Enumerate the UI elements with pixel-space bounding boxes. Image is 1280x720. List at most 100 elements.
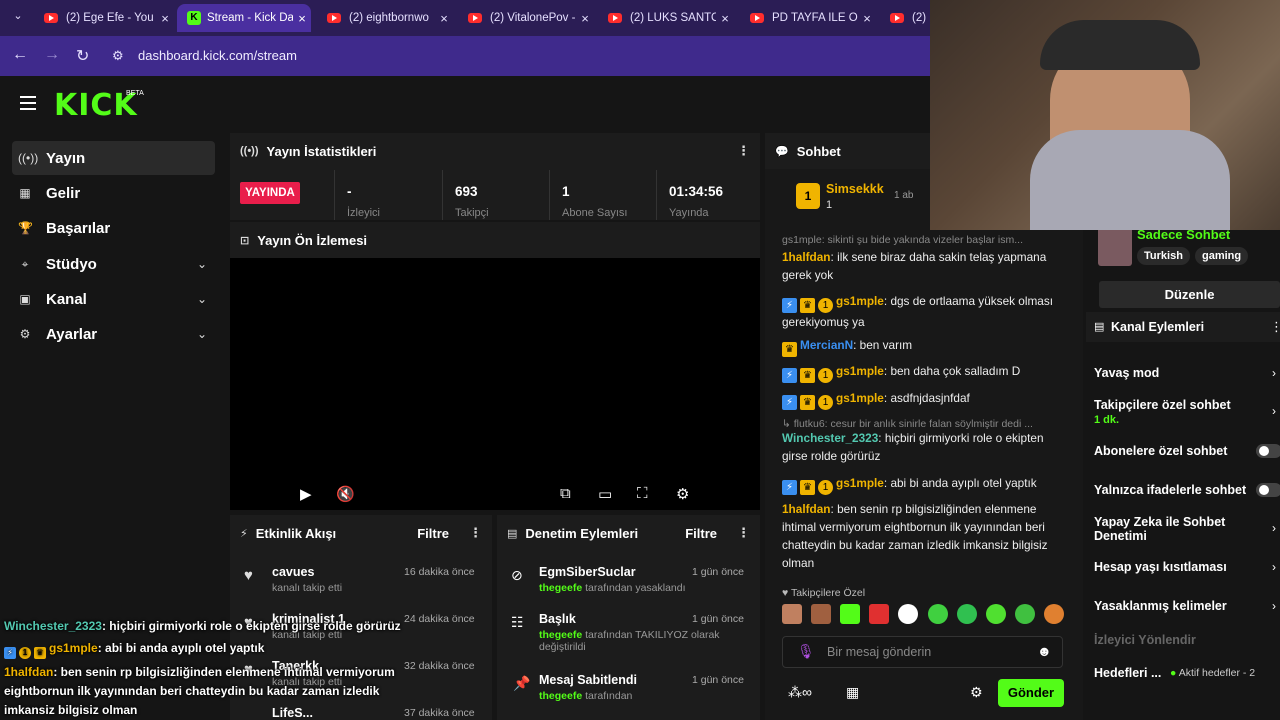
emote-icon[interactable] [840, 604, 861, 624]
sidebar-item-basarilar[interactable]: 🏆 Başarılar [12, 211, 215, 245]
stat-followers: 693 Takipçi [442, 170, 548, 220]
reload-icon[interactable]: ↻ [76, 46, 89, 66]
address-bar: ← → ↻ ⚙ dashboard.kick.com/stream [0, 36, 930, 76]
moderation-header: ▤ Denetim Eylemleri Filtre ⋮ [507, 525, 750, 541]
youtube-icon [44, 13, 58, 23]
emote-icon[interactable] [1014, 604, 1035, 624]
chevron-down-icon: ⌄ [196, 327, 207, 341]
back-arrow-icon[interactable]: ← [12, 46, 28, 64]
fullscreen-icon[interactable]: ⛶ [637, 485, 648, 502]
action-subscribers-only[interactable]: Abonelere özel sohbet [1094, 444, 1227, 458]
chevron-right-icon[interactable]: › [1272, 560, 1276, 574]
crown-badge-icon: ♛ [800, 480, 815, 495]
action-emote-only[interactable]: Yalnızca ifadelerle sohbet [1094, 483, 1246, 497]
close-tab-icon[interactable]: × [435, 11, 453, 26]
close-tab-icon[interactable]: × [858, 11, 876, 26]
top-gifter-rank-badge: 1 [796, 183, 820, 209]
webcam-overlay [930, 0, 1280, 230]
active-goals: ● Aktif hedefler - 2 [1170, 667, 1256, 679]
verified-badge-icon: ⚡ [782, 368, 797, 383]
stream-preview-video[interactable]: ▶ 🔇 ⧉ ▭ ⛶ ⚙ [230, 258, 760, 510]
browser-tab-bar: ⌄ (2) Ege Efe - You × K Stream - Kick Da × … [0, 0, 930, 36]
more-options-icon[interactable]: ⋮ [469, 525, 482, 541]
list-item: Mesaj Sabitlendi thegeefe tarafından [539, 673, 637, 702]
hamburger-menu-icon[interactable] [20, 96, 36, 114]
play-icon[interactable]: ▶ [300, 485, 312, 503]
moderation-filter-button[interactable]: Filtre [685, 526, 717, 541]
forward-arrow-icon[interactable]: → [44, 46, 60, 64]
emote-icon[interactable] [898, 604, 919, 624]
mute-icon[interactable]: 🔇 [336, 485, 355, 503]
subscribers-only-toggle[interactable] [1256, 444, 1280, 458]
sidebar-item-yayin[interactable]: ((•)) Yayın [12, 141, 215, 175]
browser-tab-active[interactable]: K Stream - Kick Da × [177, 4, 311, 32]
action-ai-moderation[interactable]: Yapay Zeka ile Sohbet Denetimi [1094, 515, 1244, 543]
chat-message: ⚡ ♛ 1 gs1mple: dgs de ortlaama yüksek olmas… [782, 294, 1054, 329]
broadcast-icon: ((•)) [18, 151, 39, 165]
pin-icon: 📌 [513, 675, 531, 691]
chevron-right-icon[interactable]: › [1272, 599, 1276, 613]
send-button[interactable]: Gönder [998, 679, 1064, 707]
action-account-age[interactable]: Hesap yaşı kısıtlaması [1094, 560, 1227, 574]
overlay-chat-message: ⚡ 1 ♛ gs1mple: abi bi anda ayıplı otel yapt… [4, 641, 264, 659]
action-banned-words[interactable]: Yasaklanmış kelimeler [1094, 599, 1227, 613]
sidebar-item-kanal[interactable]: ▣ Kanal ⌄ [12, 282, 215, 316]
sidebar-item-gelir[interactable]: ▦ Gelir [12, 176, 215, 210]
emoji-icon[interactable]: ☻ [1037, 643, 1052, 659]
browser-tab[interactable]: (2) h [880, 4, 930, 32]
chat-message: Winchester_2323: hiçbiri girmiyorki role… [782, 431, 1044, 463]
chat-settings-icon[interactable]: ⚙ [970, 684, 983, 701]
settings-icon[interactable]: ⚙ [676, 485, 689, 503]
close-tab-icon[interactable]: × [716, 11, 734, 26]
verified-badge-icon: ⚡ [782, 480, 797, 495]
infinity-icon[interactable]: ⁂∞ [788, 684, 812, 701]
close-tab-icon[interactable]: × [156, 11, 174, 26]
tab-search-chevron-icon[interactable]: ⌄ [8, 9, 28, 27]
action-goals[interactable]: Hedefleri ... [1094, 666, 1161, 680]
emote-bar [782, 604, 1064, 626]
url-text[interactable]: dashboard.kick.com/stream [138, 48, 297, 63]
browser-tab[interactable]: (2) eightbornwo × [317, 4, 453, 32]
emote-only-toggle[interactable] [1256, 483, 1280, 497]
emote-icon[interactable] [782, 604, 802, 624]
emote-icon[interactable] [811, 604, 832, 624]
chevron-right-icon[interactable]: › [1272, 521, 1276, 535]
emote-icon[interactable] [869, 604, 890, 624]
mini-player-icon[interactable]: ⧉ [560, 485, 571, 502]
store-icon[interactable]: ▦ [846, 684, 859, 701]
next-gifter: 1 ab [894, 190, 914, 201]
emote-icon[interactable] [985, 604, 1006, 624]
site-info-icon[interactable]: ⚙ [112, 48, 124, 64]
chevron-right-icon[interactable]: › [1272, 366, 1276, 380]
browser-tab[interactable]: PD TAYFA İLE OF × [740, 4, 876, 32]
more-options-icon[interactable]: ⋮ [737, 525, 750, 541]
browser-tab[interactable]: (2) Ege Efe - You × [34, 4, 174, 32]
more-options-icon[interactable]: ⋮ [1270, 319, 1280, 335]
browser-tab[interactable]: (2) LÜKS SANTO × [598, 4, 734, 32]
action-raid[interactable]: İzleyici Yönlendir [1094, 633, 1196, 647]
pinned-message-snippet[interactable]: gs1mple: sikinti şu bide yakında vizeler… [782, 234, 1062, 248]
webcam-hoodie [1030, 130, 1230, 230]
close-tab-icon[interactable]: × [293, 11, 311, 26]
chevron-right-icon[interactable]: › [1272, 404, 1276, 418]
chat-input[interactable]: 🎙 Bir mesaj gönderin ☻ [782, 636, 1063, 668]
beta-label: BETA [126, 90, 144, 97]
chat-bubble-icon: 💬 [775, 145, 789, 158]
top-gifter-name[interactable]: Simsekkk [826, 182, 884, 196]
browser-tab[interactable]: (2) VitalonePov - × [458, 4, 594, 32]
more-options-icon[interactable]: ⋮ [737, 143, 750, 159]
activity-filter-button[interactable]: Filtre [417, 526, 449, 541]
action-slow-mode[interactable]: Yavaş mod [1094, 366, 1159, 380]
theater-mode-icon[interactable]: ▭ [598, 485, 612, 503]
microphone-icon[interactable]: 🎙 [797, 643, 815, 660]
action-followers-only[interactable]: Takipçilere özel sohbet [1094, 398, 1231, 412]
close-tab-icon[interactable]: × [576, 11, 594, 26]
sidebar-item-ayarlar[interactable]: ⚙ Ayarlar ⌄ [12, 317, 215, 351]
emote-icon[interactable] [956, 604, 977, 624]
sidebar-item-studyo[interactable]: ⌖ Stüdyo ⌄ [12, 247, 215, 281]
trophy-icon: 🏆 [18, 221, 33, 235]
edit-button[interactable]: Düzenle [1099, 281, 1280, 308]
emote-icon[interactable] [927, 604, 948, 624]
emote-icon[interactable] [1043, 604, 1064, 624]
overlay-chat-message: 1halfdan: ben senin rp bilgisizliğinden … [4, 665, 395, 717]
